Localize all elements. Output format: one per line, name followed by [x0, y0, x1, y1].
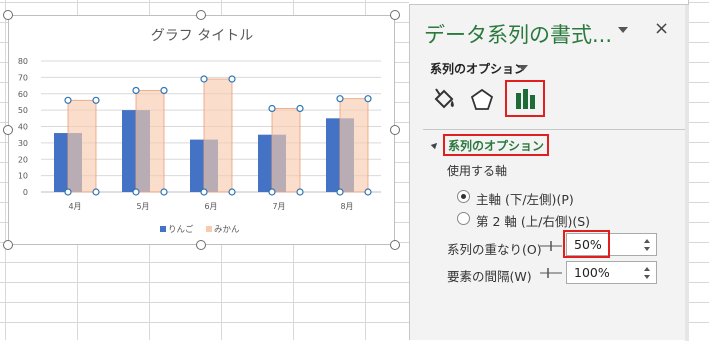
spin-down-icon[interactable]: [644, 247, 650, 251]
overlap-highlight-box: [563, 230, 610, 258]
legend-label[interactable]: りんご: [168, 224, 194, 235]
tab-series-options[interactable]: [505, 80, 545, 117]
section-collapse-icon[interactable]: [430, 140, 440, 150]
bar-selection-handle[interactable]: [268, 104, 276, 113]
pane-title: データ系列の書式...: [424, 23, 613, 47]
chart-title[interactable]: グラフ タイトル: [151, 28, 253, 44]
series-overlap-label: 系列の重なり(O): [447, 242, 542, 257]
y-tick-label: 10: [18, 172, 28, 181]
format-data-series-pane: データ系列の書式... × 系列のオプション 系列のオプション 使用する軸 主軸…: [409, 4, 689, 341]
bar-selection-handle[interactable]: [268, 188, 276, 196]
section-header-series-options[interactable]: 系列のオプション: [443, 134, 550, 156]
pentagon-icon[interactable]: [467, 85, 497, 115]
chart-plot[interactable]: グラフ タイトル 0 10 20 30 40 50 60 70 80 4月 5月 6月 7月 8月りんご みか…: [9, 16, 396, 246]
close-icon[interactable]: ×: [654, 19, 669, 39]
series-options-dropdown[interactable]: 系列のオプション: [430, 60, 526, 77]
legend-swatch[interactable]: [206, 226, 212, 232]
chart-resize-handle-bottom-left[interactable]: [3, 240, 13, 250]
gap-width-label: 要素の間隔(W): [447, 269, 532, 284]
chart-resize-handle-bottom-right[interactable]: [390, 240, 400, 250]
chart-resize-handle-top-right[interactable]: [390, 10, 400, 20]
bar-selection-handle[interactable]: [228, 188, 236, 196]
chart-resize-handle-top-left[interactable]: [3, 10, 13, 20]
chart-area[interactable]: グラフ タイトル 0 10 20 30 40 50 60 70 80 4月 5月 6月 7月 8月りんご みか…: [8, 15, 395, 245]
secondary-axis-radio[interactable]: [457, 212, 470, 225]
bar-みかん-8月[interactable]: [339, 98, 369, 193]
paint-bucket-icon[interactable]: [430, 85, 460, 115]
chart-resize-handle-bottom-center[interactable]: [196, 240, 206, 250]
bar-selection-handle[interactable]: [200, 188, 208, 196]
primary-axis-radio[interactable]: [457, 190, 470, 203]
bar-selection-handle[interactable]: [160, 188, 168, 196]
y-tick-label: 70: [18, 73, 28, 82]
bar-みかん-6月[interactable]: [203, 78, 233, 193]
bar-selection-handle[interactable]: [92, 96, 100, 104]
x-tick-label: 4月: [68, 202, 81, 211]
gap-width-input[interactable]: 100%: [566, 261, 657, 284]
bar-selection-handle[interactable]: [132, 86, 140, 95]
bar-selection-handle[interactable]: [92, 188, 100, 196]
y-tick-label: 80: [18, 57, 28, 66]
bar-みかん-5月[interactable]: [135, 90, 165, 193]
bar-selection-handle[interactable]: [64, 188, 72, 196]
bar-selection-handle[interactable]: [296, 104, 304, 113]
pane-divider: [423, 129, 685, 130]
legend-label[interactable]: みかん: [214, 225, 240, 235]
bar-selection-handle[interactable]: [364, 95, 372, 103]
axis-group-label: 使用する軸: [447, 164, 508, 178]
slider-icon: [540, 241, 562, 251]
spin-up-icon[interactable]: [644, 267, 650, 271]
gap-width-value: 100%: [574, 265, 610, 280]
bar-みかん-7月[interactable]: [271, 108, 301, 193]
bar-selection-handle[interactable]: [336, 95, 344, 103]
bar-みかん-4月[interactable]: [67, 99, 97, 193]
y-tick-label: 20: [18, 155, 28, 164]
x-tick-label: 8月: [340, 202, 353, 211]
spin-down-icon[interactable]: [644, 275, 650, 279]
spin-up-icon[interactable]: [644, 239, 650, 243]
bar-selection-handle[interactable]: [296, 188, 304, 196]
chevron-down-icon[interactable]: [518, 65, 528, 71]
y-tick-label: 30: [18, 139, 28, 148]
bar-selection-handle[interactable]: [364, 188, 372, 196]
secondary-axis-label[interactable]: 第 2 軸 (上/右側)(S): [476, 211, 590, 230]
pane-options-menu-icon[interactable]: [618, 27, 628, 33]
chart-resize-handle-middle-right[interactable]: [390, 125, 400, 135]
legend-swatch[interactable]: [160, 226, 166, 232]
slider-icon: [540, 268, 562, 278]
x-tick-label: 6月: [204, 202, 217, 211]
bar-selection-handle[interactable]: [200, 75, 208, 83]
spreadsheet-grid-right[interactable]: [688, 0, 709, 340]
y-tick-label: 50: [18, 106, 28, 115]
bar-selection-handle[interactable]: [132, 188, 140, 196]
bar-selection-handle[interactable]: [228, 75, 236, 83]
y-tick-label: 60: [18, 90, 28, 99]
chart-resize-handle-top-center[interactable]: [196, 10, 206, 20]
bar-chart-icon: [516, 89, 535, 109]
primary-axis-label[interactable]: 主軸 (下/左側)(P): [476, 189, 574, 208]
bar-selection-handle[interactable]: [64, 96, 72, 104]
bar-selection-handle[interactable]: [336, 188, 344, 196]
x-tick-label: 7月: [272, 202, 285, 211]
bar-selection-handle[interactable]: [160, 86, 168, 95]
y-tick-label: 40: [18, 123, 28, 132]
y-tick-label: 0: [23, 188, 28, 197]
x-tick-label: 5月: [136, 202, 149, 211]
pane-scrollbar[interactable]: [685, 5, 689, 341]
chart-resize-handle-middle-left[interactable]: [3, 125, 13, 135]
